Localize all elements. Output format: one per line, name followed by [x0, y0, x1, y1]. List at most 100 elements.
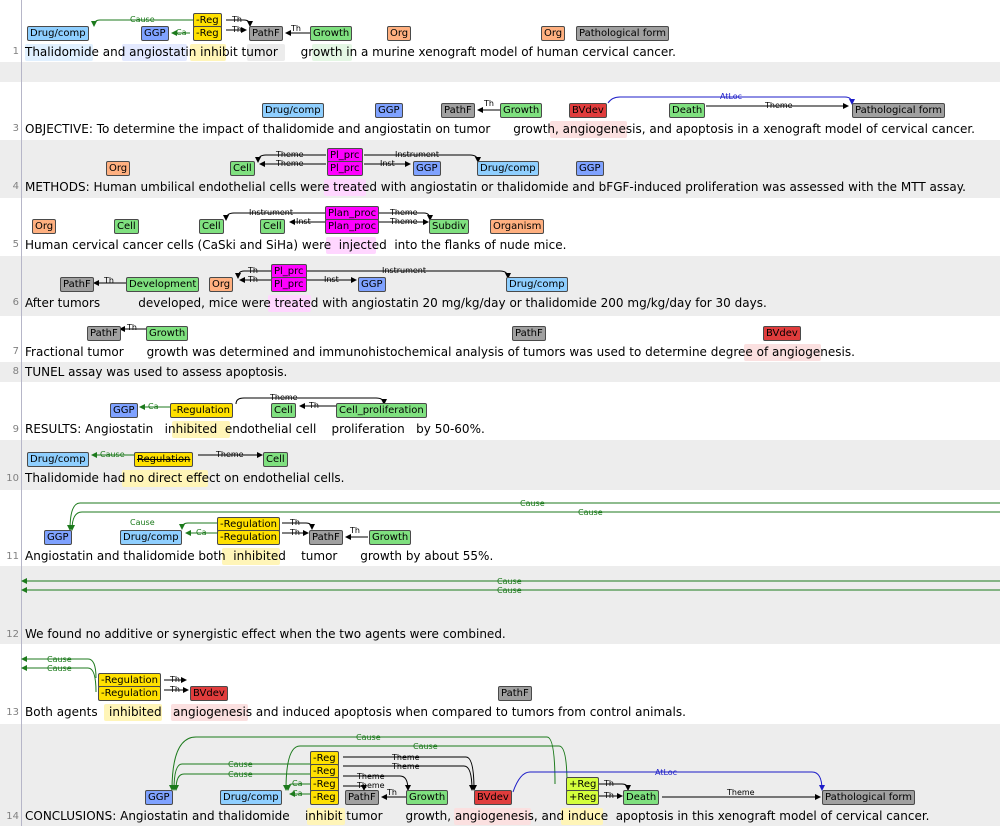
- arc-label-cause: Cause: [228, 770, 253, 779]
- entity-label-pathf[interactable]: PathF: [309, 530, 343, 545]
- entity-label-bvdev[interactable]: BVdev: [569, 103, 607, 118]
- entity-label-growth[interactable]: Growth: [406, 790, 449, 805]
- sentence-text[interactable]: RESULTS: Angiostatin inhibited endotheli…: [25, 422, 485, 437]
- arc-label-ca: Ca: [196, 528, 207, 537]
- entity-label-ggp[interactable]: GGP: [358, 277, 386, 292]
- entity-label-ggp[interactable]: GGP: [141, 26, 169, 41]
- entity-label-neg-regulation[interactable]: -Regulation: [170, 403, 234, 418]
- line-number: 1: [12, 46, 19, 57]
- entity-label-cell[interactable]: Cell: [260, 219, 285, 234]
- entity-label-org[interactable]: Org: [209, 277, 234, 292]
- entity-label-pl-proc[interactable]: Pl_prc: [327, 161, 363, 176]
- entity-label-ggp[interactable]: GGP: [145, 790, 173, 805]
- sentence-text[interactable]: METHODS: Human umbilical endothelial cel…: [25, 180, 966, 195]
- entity-label-cell[interactable]: Cell: [271, 403, 296, 418]
- entity-label-organism[interactable]: Organism: [490, 219, 545, 234]
- sentence-text[interactable]: CONCLUSIONS: Angiostatin and thalidomide…: [25, 809, 930, 824]
- arc-label-theme: Theme: [391, 762, 420, 771]
- entity-label-bvdev[interactable]: BVdev: [190, 686, 228, 701]
- arc-label-instrument: Instrument: [382, 266, 426, 275]
- entity-label-pathf[interactable]: PathF: [512, 326, 546, 341]
- entity-label-neg-reg[interactable]: -Reg: [193, 26, 222, 41]
- arc-label-ca: Ca: [176, 28, 187, 37]
- entity-label-growth[interactable]: Growth: [146, 326, 189, 341]
- sentence-text[interactable]: We found no additive or synergistic effe…: [25, 627, 506, 642]
- sentence-text[interactable]: OBJECTIVE: To determine the impact of th…: [25, 122, 975, 137]
- entity-label-org[interactable]: Org: [32, 219, 57, 234]
- entity-label-pathf[interactable]: PathF: [60, 277, 94, 292]
- entity-label-org[interactable]: Org: [387, 26, 412, 41]
- arc-label-th: Th: [247, 266, 258, 275]
- entity-label-pathf[interactable]: PathF: [87, 326, 121, 341]
- entity-label-cell[interactable]: Cell: [263, 452, 288, 467]
- entity-label-growth[interactable]: Growth: [500, 103, 543, 118]
- entity-label-ggp[interactable]: GGP: [110, 403, 138, 418]
- arc-label-th: Th: [169, 685, 180, 694]
- entity-label-drug[interactable]: Drug/comp: [27, 26, 89, 41]
- entity-label-death[interactable]: Death: [669, 103, 706, 118]
- entity-label-cell[interactable]: Cell: [199, 219, 224, 234]
- sentence-text[interactable]: Fractional tumor growth was determined a…: [25, 345, 855, 360]
- entity-label-growth[interactable]: Growth: [310, 26, 353, 41]
- entity-label-pl-proc[interactable]: Pl_prc: [271, 277, 307, 292]
- arc-label-cause: Cause: [497, 586, 522, 595]
- arc-label-atloc: AtLoc: [655, 768, 677, 777]
- entity-label-pathological-form[interactable]: Pathological form: [822, 790, 916, 805]
- entity-label-pathological-form[interactable]: Pathological form: [852, 103, 946, 118]
- entity-label-drug[interactable]: Drug/comp: [27, 452, 89, 467]
- arc-label-theme: Theme: [275, 150, 304, 159]
- entity-label-plan-proc[interactable]: Plan_proc: [325, 219, 380, 234]
- entity-label-drug[interactable]: Drug/comp: [477, 161, 539, 176]
- annotation-canvas: Cause Ca Th Th Th Th AtLoc Theme Theme T…: [0, 0, 1000, 826]
- entity-label-drug[interactable]: Drug/comp: [220, 790, 282, 805]
- line-number: 7: [12, 346, 19, 357]
- entity-label-drug[interactable]: Drug/comp: [120, 530, 182, 545]
- entity-label-subdiv[interactable]: Subdiv: [429, 219, 470, 234]
- arc-label-theme: Theme: [389, 217, 418, 226]
- arc-label-th: Th: [290, 24, 301, 33]
- entity-label-ggp[interactable]: GGP: [413, 161, 441, 176]
- entity-label-development[interactable]: Development: [126, 277, 200, 292]
- sentence-text[interactable]: After tumors developed, mice were treate…: [25, 296, 767, 311]
- arc-label-th: Th: [103, 276, 114, 285]
- sentence-text[interactable]: TUNEL assay was used to assess apoptosis…: [25, 365, 287, 380]
- entity-label-regulation[interactable]: Regulation: [134, 452, 194, 467]
- entity-label-pathf[interactable]: PathF: [249, 26, 283, 41]
- entity-label-cell[interactable]: Cell: [114, 219, 139, 234]
- arc-label-cause: Cause: [520, 499, 545, 508]
- arc-label-atloc: AtLoc: [720, 92, 742, 101]
- line-number: 5: [12, 239, 19, 250]
- entity-label-ggp[interactable]: GGP: [375, 103, 403, 118]
- line-number: 8: [12, 366, 19, 377]
- entity-label-drug[interactable]: Drug/comp: [262, 103, 324, 118]
- arc-label-th: Th: [169, 675, 180, 684]
- entity-label-death[interactable]: Death: [623, 790, 660, 805]
- entity-label-growth[interactable]: Growth: [369, 530, 412, 545]
- arc-label-cause: Cause: [578, 508, 603, 517]
- line-number: 12: [6, 629, 19, 640]
- entity-label-neg-regulation[interactable]: -Regulation: [98, 686, 162, 701]
- entity-label-cell-proliferation[interactable]: Cell_proliferation: [336, 403, 427, 418]
- entity-label-pathf[interactable]: PathF: [345, 790, 379, 805]
- entity-label-ggp[interactable]: GGP: [44, 530, 72, 545]
- sentence-text[interactable]: Both agents inhibited angiogenesis and i…: [25, 705, 686, 720]
- entity-label-pathf[interactable]: PathF: [498, 686, 532, 701]
- sentence-text[interactable]: Angiostatin and thalidomide both inhibit…: [25, 549, 493, 564]
- entity-label-ggp[interactable]: GGP: [576, 161, 604, 176]
- entity-label-org[interactable]: Org: [106, 161, 131, 176]
- sentence-text[interactable]: Thalidomide and angiostatin inhibit tumo…: [25, 45, 676, 60]
- entity-label-pos-reg[interactable]: +Reg: [566, 790, 600, 805]
- entity-label-bvdev[interactable]: BVdev: [763, 326, 801, 341]
- arc-label-inst: Inst: [380, 159, 395, 168]
- entity-label-neg-reg[interactable]: -Reg: [310, 790, 339, 805]
- entity-label-pathf[interactable]: PathF: [441, 103, 475, 118]
- entity-label-neg-regulation[interactable]: -Regulation: [217, 530, 281, 545]
- entity-label-bvdev[interactable]: BVdev: [474, 790, 512, 805]
- entity-label-drug[interactable]: Drug/comp: [506, 277, 568, 292]
- entity-label-cell[interactable]: Cell: [230, 161, 255, 176]
- entity-label-pathological-form[interactable]: Pathological form: [576, 26, 670, 41]
- arc-label-cause: Cause: [130, 15, 155, 24]
- entity-label-org[interactable]: Org: [541, 26, 566, 41]
- sentence-text[interactable]: Thalidomide had no direct effect on endo…: [25, 471, 344, 486]
- sentence-text[interactable]: Human cervical cancer cells (CaSki and S…: [25, 238, 566, 253]
